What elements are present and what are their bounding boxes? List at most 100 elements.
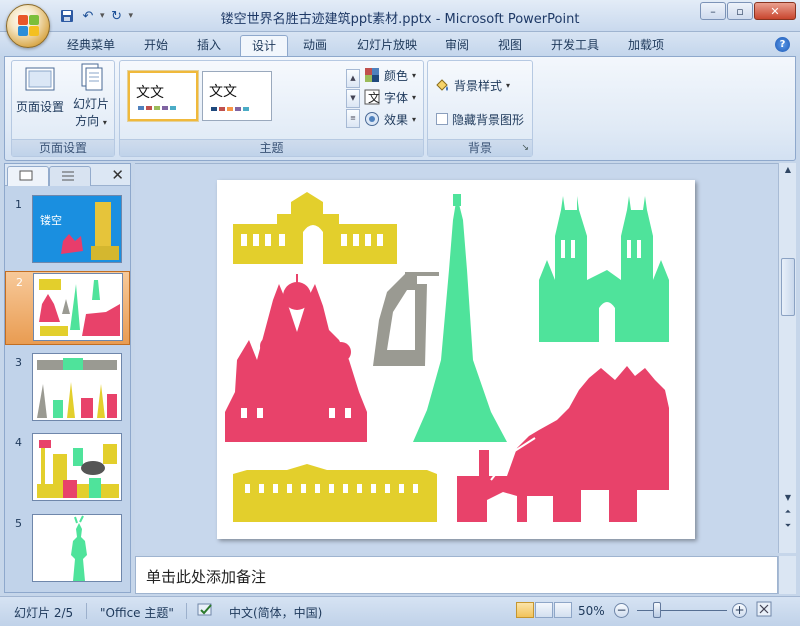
close-pane-icon[interactable]: ✕ (111, 166, 124, 184)
paint-bucket-icon (434, 77, 450, 93)
slide-thumbnail-4[interactable] (32, 433, 122, 501)
slide-orientation-button[interactable]: 幻灯片 方向 ▾ (70, 62, 112, 131)
scroll-down-icon[interactable]: ▼ (781, 493, 795, 507)
page-setup-group: 页面设置 幻灯片 方向 ▾ 页面设置 (11, 60, 115, 157)
tab-view[interactable]: 视图 (487, 35, 533, 56)
spellcheck-icon[interactable] (196, 602, 216, 621)
slide-thumbnail-3[interactable] (32, 353, 122, 421)
slide-thumbnail-row[interactable]: 4 (5, 432, 130, 506)
zoom-slider-knob[interactable] (653, 602, 661, 618)
theme-tile-text: 文文 (136, 85, 164, 101)
tab-insert[interactable]: 插入 (186, 35, 232, 56)
ribbon-tabs: 经典菜单 开始 插入 设计 动画 幻灯片放映 审阅 视图 开发工具 加载项 ? (0, 32, 800, 56)
theme-tile-2[interactable]: 文文 (202, 71, 272, 121)
slide-thumbnail-row[interactable]: 5 (5, 513, 130, 587)
help-icon[interactable]: ? (775, 37, 790, 52)
green-monument-silhouette (413, 194, 507, 442)
hide-graphics-label: 隐藏背景图形 (452, 112, 525, 127)
theme-colors-button[interactable]: 颜色 ▾ (364, 65, 416, 85)
effects-icon (364, 111, 380, 127)
slide-thumbnail-5[interactable] (32, 514, 122, 582)
tab-classic-menu[interactable]: 经典菜单 (56, 35, 126, 56)
slide-thumbnail-row[interactable]: 1 镂空 (5, 194, 130, 268)
slide-orientation-icon (78, 62, 104, 92)
next-slide-icon[interactable]: ⏷ (781, 521, 795, 535)
tab-addins[interactable]: 加载项 (617, 35, 675, 56)
office-logo-icon (18, 15, 40, 37)
slides-pane: ✕ 1 镂空 2 3 4 5 (4, 163, 131, 593)
chevron-down-icon: ▾ (412, 70, 417, 80)
scrollbar-thumb[interactable] (781, 258, 795, 316)
maximize-button[interactable]: ▫ (727, 2, 753, 20)
scroll-up-icon[interactable]: ▲ (781, 165, 795, 179)
hide-graphics-checkbox[interactable] (436, 113, 448, 125)
background-group-label: 背景 (428, 139, 532, 156)
zoom-in-icon[interactable]: + (732, 603, 747, 618)
tab-review[interactable]: 审阅 (434, 35, 480, 56)
slides-tab[interactable] (7, 166, 49, 186)
page-setup-button[interactable]: 页面设置 (16, 65, 64, 116)
page-setup-label: 页面设置 (16, 100, 65, 114)
gallery-up-icon[interactable]: ▲ (346, 69, 360, 88)
tab-slideshow[interactable]: 幻灯片放映 (346, 35, 428, 56)
yellow-long-palace-silhouette (233, 464, 437, 522)
theme-fonts-button[interactable]: 文 字体 ▾ (364, 87, 416, 107)
notes-placeholder: 单击此处添加备注 (146, 568, 267, 586)
theme-tile-office[interactable]: 文文 (128, 71, 198, 121)
background-group: 背景样式 ▾ 隐藏背景图形 背景 ↘ (427, 60, 533, 157)
zoom-level[interactable]: 50% (578, 604, 605, 618)
themes-group: 文文 文文 ▲ ▼ ≡ 颜色 ▾ 文 字体 ▾ 效果 ▾ 主题 (119, 60, 424, 157)
pane-tabs: ✕ (5, 164, 130, 186)
green-cathedral-silhouette (539, 196, 669, 342)
slide-orientation-label-1: 幻灯片 (72, 97, 109, 111)
thumb-title-text: 镂空 (40, 213, 62, 227)
slide-thumbnail-2[interactable] (33, 273, 123, 341)
tab-developer[interactable]: 开发工具 (540, 35, 610, 56)
background-styles-label: 背景样式 (454, 78, 503, 93)
zoom-out-icon[interactable]: − (614, 603, 629, 618)
theme-tile-text: 文文 (209, 84, 237, 100)
window-title: 镂空世界名胜古迹建筑ppt素材.pptx - Microsoft PowerPo… (220, 12, 580, 27)
background-styles-button[interactable]: 背景样式 ▾ (434, 75, 510, 95)
tab-home[interactable]: 开始 (133, 35, 179, 56)
theme-fonts-label: 字体 (384, 90, 409, 105)
ribbon: 页面设置 幻灯片 方向 ▾ 页面设置 文文 文文 ▲ ▼ ≡ 颜色 ▾ 文 字体… (4, 56, 796, 161)
fit-to-window-icon[interactable] (756, 601, 772, 620)
font-icon: 文 (364, 89, 380, 105)
status-separator (186, 603, 187, 619)
notes-scrollbar[interactable] (778, 556, 796, 594)
language-status[interactable]: 中文(简体，中国) (229, 604, 322, 621)
slide-number: 3 (15, 356, 22, 369)
gray-sail-hotel-silhouette (373, 272, 439, 366)
close-button[interactable]: ✕ (754, 2, 796, 20)
current-slide[interactable] (217, 180, 695, 539)
slide-editing-area (135, 163, 778, 553)
notes-pane[interactable]: 单击此处添加备注 (135, 556, 778, 594)
previous-slide-icon[interactable]: ⏶ (781, 507, 795, 521)
chevron-down-icon: ▾ (102, 118, 107, 127)
yellow-palace-silhouette (233, 192, 397, 264)
slide-thumbnail-1[interactable]: 镂空 (32, 195, 122, 263)
gallery-down-icon[interactable]: ▼ (346, 89, 360, 108)
slideshow-view-button[interactable] (554, 602, 572, 618)
office-button[interactable] (6, 4, 50, 48)
tab-animation[interactable]: 动画 (292, 35, 338, 56)
themes-group-label: 主题 (120, 139, 423, 156)
slide-thumbnail-row-selected[interactable]: 2 (5, 271, 130, 345)
tab-design[interactable]: 设计 (240, 35, 289, 56)
slide-number: 2 (16, 276, 23, 289)
chevron-down-icon: ▾ (412, 92, 417, 102)
gallery-more-icon[interactable]: ≡ (346, 109, 360, 128)
dialog-launcher-icon[interactable]: ↘ (521, 143, 529, 153)
slide-sorter-view-button[interactable] (535, 602, 553, 618)
slide-thumbnail-row[interactable]: 3 (5, 352, 130, 426)
theme-effects-button[interactable]: 效果 ▾ (364, 109, 416, 129)
outline-tab[interactable] (49, 166, 91, 186)
theme-status: "Office 主题" (100, 606, 174, 620)
hide-background-graphics[interactable]: 隐藏背景图形 (436, 109, 524, 129)
minimize-button[interactable]: – (700, 2, 726, 20)
title-bar: ↶ ▾ ↻ ▾ 镂空世界名胜古迹建筑ppt素材.pptx - Microsoft… (0, 0, 800, 32)
normal-view-button[interactable] (516, 602, 534, 618)
zoom-slider-track[interactable] (637, 610, 727, 611)
slide-vertical-scrollbar[interactable]: ▲ ▼ ⏶ ⏷ (778, 163, 796, 553)
